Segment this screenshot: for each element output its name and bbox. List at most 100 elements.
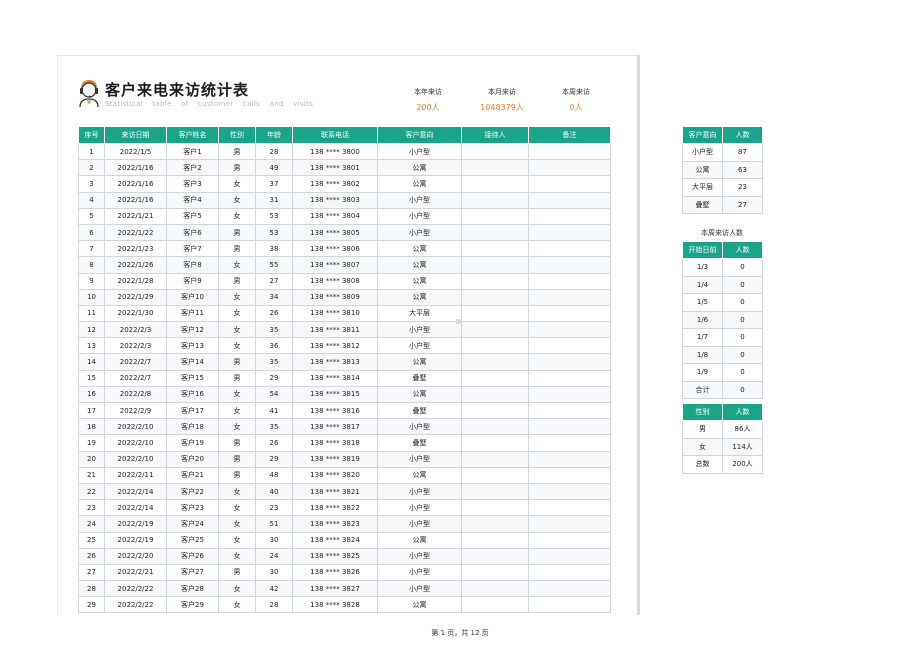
visit-table-cell[interactable]: 客户13 (166, 337, 219, 355)
visit-table-cell[interactable]: 小户型 (377, 321, 462, 339)
visit-table-cell[interactable]: 138 **** 3809 (292, 288, 378, 306)
visit-table-cell[interactable]: 138 **** 3804 (292, 207, 378, 225)
visit-table-cell[interactable] (528, 272, 611, 290)
gender-table-cell[interactable]: 200人 (722, 455, 763, 474)
visit-table-cell[interactable] (528, 596, 611, 614)
visit-table-cell[interactable]: 叠墅 (377, 369, 462, 387)
visit-table-cell[interactable] (528, 385, 611, 404)
visit-table-cell[interactable]: 138 **** 3820 (292, 466, 378, 484)
weekly-table-cell[interactable]: 0 (722, 293, 763, 312)
visit-table-cell[interactable]: 4 (78, 191, 105, 209)
visit-table-cell[interactable]: 53 (255, 207, 293, 225)
visit-table-cell[interactable]: 2022/2/14 (104, 482, 167, 501)
intent-table-cell[interactable]: 87 (722, 143, 763, 162)
visit-table-cell[interactable]: 138 **** 3821 (292, 482, 378, 501)
visit-table-cell[interactable] (461, 288, 529, 306)
visit-table-cell[interactable] (461, 321, 529, 339)
visit-table-cell[interactable]: 2022/2/7 (104, 353, 167, 371)
visit-table-cell[interactable]: 2022/2/19 (104, 515, 167, 533)
visit-table-cell[interactable]: 公寓 (377, 596, 462, 614)
visit-table-cell[interactable]: 女 (218, 418, 256, 436)
visit-table-cell[interactable] (528, 499, 611, 517)
visit-table-cell[interactable]: 2022/2/10 (104, 418, 167, 436)
visit-table-cell[interactable]: 17 (78, 401, 105, 420)
visit-table-cell[interactable]: 客户22 (166, 482, 219, 501)
visit-table-cell[interactable] (461, 223, 529, 242)
visit-table-cell[interactable]: 小户型 (377, 580, 462, 598)
visit-table-cell[interactable]: 2022/2/10 (104, 450, 167, 468)
visit-table-cell[interactable]: 138 **** 3827 (292, 580, 378, 598)
visit-table-cell[interactable] (528, 191, 611, 209)
visit-table-cell[interactable]: 21 (78, 466, 105, 484)
visit-table-cell[interactable] (461, 596, 529, 614)
visit-table-cell[interactable]: 12 (78, 321, 105, 339)
weekly-table-cell[interactable]: 0 (722, 275, 763, 294)
weekly-table-cell[interactable]: 0 (722, 310, 763, 329)
visit-table-cell[interactable]: 18 (78, 418, 105, 436)
visit-table-cell[interactable] (461, 482, 529, 501)
visit-table-cell[interactable]: 客户10 (166, 288, 219, 306)
visit-table-cell[interactable]: 138 **** 3823 (292, 515, 378, 533)
visit-table-cell[interactable]: 客户5 (166, 207, 219, 225)
visit-table-cell[interactable]: 6 (78, 223, 105, 242)
visit-table-cell[interactable]: 小户型 (377, 223, 462, 242)
intent-table-cell[interactable]: 27 (722, 195, 763, 214)
weekly-table-cell[interactable]: 0 (722, 345, 763, 364)
visit-table-cell[interactable]: 男 (218, 159, 256, 177)
visit-table-cell[interactable]: 公寓 (377, 272, 462, 290)
weekly-table-cell[interactable]: 0 (722, 380, 763, 399)
visit-table-cell[interactable]: 2022/1/16 (104, 175, 167, 193)
visit-table-cell[interactable]: 男 (218, 142, 256, 161)
visit-table-cell[interactable]: 2022/1/16 (104, 159, 167, 177)
visit-table-cell[interactable]: 男 (218, 434, 256, 452)
cell-selection-handle[interactable] (456, 319, 462, 324)
visit-table-cell[interactable]: 138 **** 3819 (292, 450, 378, 468)
visit-table-cell[interactable]: 女 (218, 580, 256, 598)
visit-table-cell[interactable] (461, 207, 529, 225)
visit-table-cell[interactable]: 客户19 (166, 434, 219, 452)
visit-table-cell[interactable]: 男 (218, 272, 256, 290)
visit-table-cell[interactable]: 55 (255, 256, 293, 274)
visit-table-cell[interactable]: 138 **** 3818 (292, 434, 378, 452)
intent-table-cell[interactable]: 小户型 (682, 143, 723, 162)
visit-table-cell[interactable]: 客户28 (166, 580, 219, 598)
visit-table-cell[interactable] (528, 304, 611, 323)
visit-table-cell[interactable]: 小户型 (377, 142, 462, 161)
gender-table-cell[interactable]: 86人 (722, 420, 763, 439)
visit-table-cell[interactable]: 客户4 (166, 191, 219, 209)
visit-table-cell[interactable]: 40 (255, 482, 293, 501)
visit-table-cell[interactable]: 2 (78, 159, 105, 177)
visit-table-cell[interactable]: 客户15 (166, 369, 219, 387)
visit-table-cell[interactable]: 138 **** 3828 (292, 596, 378, 614)
weekly-table-cell[interactable]: 0 (722, 363, 763, 382)
visit-table-cell[interactable]: 公寓 (377, 288, 462, 306)
weekly-table-cell[interactable]: 合计 (682, 380, 723, 399)
visit-table-cell[interactable]: 2022/1/16 (104, 191, 167, 209)
visit-table-cell[interactable]: 小户型 (377, 337, 462, 355)
visit-table-cell[interactable]: 女 (218, 385, 256, 404)
visit-table-cell[interactable] (528, 418, 611, 436)
visit-table-cell[interactable]: 1 (78, 142, 105, 161)
visit-table-cell[interactable]: 女 (218, 596, 256, 614)
visit-table-cell[interactable]: 小户型 (377, 191, 462, 209)
visit-table-cell[interactable]: 24 (255, 547, 293, 565)
visit-table-cell[interactable] (528, 466, 611, 484)
visit-table-cell[interactable] (528, 159, 611, 177)
visit-table-cell[interactable]: 客户26 (166, 547, 219, 565)
visit-table-cell[interactable]: 女 (218, 207, 256, 225)
visit-table-cell[interactable]: 2022/1/5 (104, 142, 167, 161)
visit-table-cell[interactable]: 29 (78, 596, 105, 614)
visit-table-cell[interactable]: 叠墅 (377, 434, 462, 452)
visit-table-cell[interactable]: 30 (255, 563, 293, 582)
visit-table-cell[interactable]: 2022/2/11 (104, 466, 167, 484)
visit-table-cell[interactable]: 客户27 (166, 563, 219, 582)
visit-table-cell[interactable]: 28 (78, 580, 105, 598)
visit-table-cell[interactable]: 女 (218, 321, 256, 339)
visit-table-cell[interactable]: 小户型 (377, 547, 462, 565)
visit-table-cell[interactable]: 13 (78, 337, 105, 355)
visit-table-cell[interactable]: 30 (255, 531, 293, 549)
visit-table-cell[interactable] (461, 159, 529, 177)
visit-table-cell[interactable]: 客户16 (166, 385, 219, 404)
visit-table-cell[interactable] (528, 580, 611, 598)
gender-table-cell[interactable]: 114人 (722, 437, 763, 456)
